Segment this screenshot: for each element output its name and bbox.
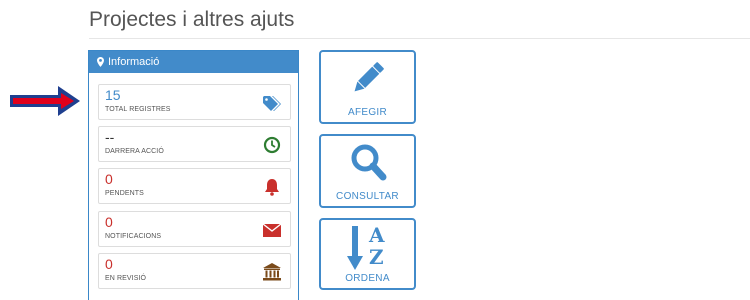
sort-glyph-z: Z: [369, 245, 384, 269]
sort-alpha-icon: A Z: [343, 224, 395, 270]
stat-pendents: 0 PENDENTS: [98, 168, 291, 204]
info-panel-title: Informació: [108, 56, 160, 68]
stat-label: PENDENTS: [105, 190, 144, 197]
stat-notificacions: 0 NOTIFICACIONS: [98, 211, 291, 247]
info-panel: Informació 15 TOTAL REGISTRES -- DARRERA…: [88, 50, 299, 300]
arrow-down-icon: [347, 226, 363, 270]
stat-value: 0: [105, 256, 113, 272]
clock-icon: [263, 136, 281, 154]
search-icon: [351, 144, 386, 181]
bell-icon: [265, 179, 279, 196]
add-button-label: AFEGIR: [347, 107, 388, 118]
bank-icon: [263, 263, 281, 281]
stat-value: 15: [105, 87, 121, 103]
title-divider: [89, 38, 750, 39]
map-marker-icon: [97, 57, 104, 67]
pointer-arrow-icon: [10, 86, 80, 116]
sort-glyph-a: A: [369, 223, 385, 247]
tags-icon: [263, 96, 281, 111]
stat-label: NOTIFICACIONS: [105, 233, 162, 240]
stat-label: DARRERA ACCIÓ: [105, 148, 164, 155]
sort-button[interactable]: A Z ORDENA: [319, 218, 416, 290]
pencil-icon: [354, 62, 384, 92]
consult-button[interactable]: CONSULTAR: [319, 134, 416, 208]
stat-en-revisio: 0 EN REVISIÓ: [98, 253, 291, 289]
stat-value: 0: [105, 171, 113, 187]
stat-label: EN REVISIÓ: [105, 275, 147, 282]
page-title: Projectes i altres ajuts: [89, 8, 295, 31]
stat-label: TOTAL REGISTRES: [105, 106, 171, 113]
info-panel-header: Informació: [89, 51, 298, 73]
stat-darrera-accio: -- DARRERA ACCIÓ: [98, 126, 291, 162]
add-button[interactable]: AFEGIR: [319, 50, 416, 124]
sort-button-label: ORDENA: [345, 273, 390, 284]
consult-button-label: CONSULTAR: [336, 191, 399, 202]
stat-value: 0: [105, 214, 113, 230]
stat-value: --: [105, 129, 115, 145]
stat-total-registres: 15 TOTAL REGISTRES: [98, 84, 291, 120]
envelope-icon: [262, 223, 282, 237]
